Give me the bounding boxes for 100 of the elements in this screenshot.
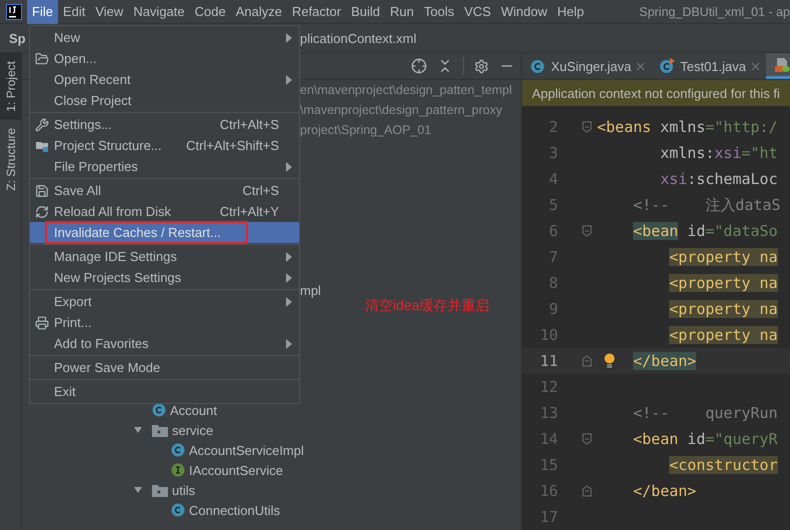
line-number: 15	[538, 456, 558, 474]
breadcrumb-item[interactable]: plicationContext.xml	[300, 30, 416, 46]
menu-item[interactable]: Exit	[30, 381, 299, 402]
menu-item[interactable]: Open...	[30, 48, 299, 69]
interface-icon	[171, 463, 185, 477]
window-title: Spring_DBUtil_xml_01 - ap	[638, 4, 790, 18]
tool-window-tab[interactable]: Z: Structure	[0, 120, 22, 198]
editor-tab[interactable]	[766, 53, 790, 79]
tool-window-tab[interactable]: 1: Project	[0, 53, 22, 120]
menu-item[interactable]: View	[90, 0, 128, 24]
line-number: 16	[538, 482, 558, 500]
package-folder-icon	[152, 424, 168, 436]
notification-banner: Application context not configured for this fi	[522, 80, 790, 106]
shortcut-text: Ctrl+Alt+Y	[220, 204, 279, 219]
expand-arrow-icon[interactable]	[133, 425, 143, 435]
class-icon	[171, 503, 185, 517]
tree-item-label[interactable]: Account	[170, 402, 217, 418]
code-line: <beans xmlns="http:/	[597, 118, 778, 136]
menu-item[interactable]: Print...	[30, 312, 299, 333]
line-number: 11	[538, 352, 558, 370]
tree-item-label[interactable]: ConnectionUtils	[189, 502, 280, 518]
printer-icon	[35, 316, 49, 330]
fold-marker-icon[interactable]	[582, 355, 592, 367]
line-number: 12	[538, 378, 558, 396]
fold-marker-icon[interactable]	[582, 433, 592, 445]
menu-item[interactable]: Reload All from Disk Ctrl+Alt+Y	[30, 201, 299, 222]
code-line: <!-- queryRun	[633, 404, 778, 422]
close-icon[interactable]	[636, 62, 646, 70]
fold-marker-icon[interactable]	[582, 121, 592, 133]
expand-arrow-icon[interactable]	[133, 485, 143, 495]
line-number: 3	[548, 144, 558, 162]
runnable-class-icon	[659, 58, 676, 74]
line-number: 4	[548, 170, 558, 188]
class-icon	[530, 58, 546, 74]
code-line: <!-- 注入dataS	[633, 196, 781, 214]
menu-item[interactable]: Build	[346, 0, 386, 24]
code-line: xmlns:xsi="ht	[660, 144, 778, 162]
settings-icon[interactable]	[474, 58, 489, 74]
menu-item[interactable]: Manage IDE Settings	[30, 246, 299, 267]
menu-item[interactable]: Analyze	[230, 0, 287, 24]
menu-item[interactable]: Export	[30, 291, 299, 312]
annotation-text: 清空idea缓存并重启	[365, 297, 490, 315]
menu-item[interactable]: Settings... Ctrl+Alt+S	[30, 114, 299, 135]
line-number: 17	[538, 508, 558, 526]
menu-item[interactable]: File	[27, 0, 58, 24]
menu-item[interactable]: Help	[552, 0, 589, 24]
app-logo-icon	[6, 4, 22, 20]
close-icon[interactable]	[751, 62, 760, 70]
menu-item[interactable]: Navigate	[128, 0, 190, 24]
class-icon	[171, 443, 185, 457]
line-number: 6	[548, 222, 558, 240]
line-number: 7	[548, 248, 558, 266]
menu-item[interactable]: New	[30, 27, 299, 48]
editor-tab[interactable]: XuSinger.java	[522, 53, 652, 79]
menu-item[interactable]: Code	[190, 0, 231, 24]
code-line: <bean id="dataSo	[633, 222, 778, 240]
code-line: xsi:schemaLoc	[660, 170, 778, 188]
menu-item[interactable]: Run	[385, 0, 419, 24]
menu-item[interactable]: VCS	[459, 0, 496, 24]
menu-item[interactable]: Add to Favorites	[30, 333, 299, 354]
line-number: 13	[538, 404, 558, 422]
folder-icon	[35, 52, 49, 66]
menu-item[interactable]: Save All Ctrl+S	[30, 180, 299, 201]
tree-item-label[interactable]: service	[172, 422, 214, 438]
menu-item[interactable]: Power Save Mode	[30, 357, 299, 378]
editor-tab[interactable]: Test01.java	[651, 53, 766, 79]
menu-item[interactable]: Invalidate Caches / Restart...	[30, 222, 299, 243]
reload-icon	[35, 204, 49, 218]
menu-item[interactable]: File Properties	[30, 156, 299, 177]
menu-item[interactable]: Close Project	[30, 90, 299, 111]
fold-marker-icon[interactable]	[582, 225, 592, 237]
line-number: 5	[548, 196, 558, 214]
menu-item[interactable]: Open Recent	[30, 69, 299, 90]
shortcut-text: Ctrl+Alt+Shift+S	[186, 138, 279, 153]
menu-item[interactable]: New Projects Settings	[30, 267, 299, 288]
crosshair-icon[interactable]	[411, 58, 427, 74]
lightbulb-icon[interactable]	[604, 353, 615, 368]
wrench-icon	[35, 118, 49, 132]
line-number: 14	[538, 430, 558, 448]
shortcut-text: Ctrl+S	[242, 183, 279, 198]
line-number: 9	[548, 300, 558, 318]
menu-item[interactable]: Refactor	[286, 0, 346, 24]
tree-item-label[interactable]: utils	[172, 482, 196, 498]
package-folder-icon	[152, 484, 168, 496]
menu-item[interactable]: Project Structure... Ctrl+Alt+Shift+S	[30, 135, 299, 156]
xml-file-icon	[774, 56, 790, 72]
menu-item[interactable]: Edit	[58, 0, 90, 24]
tree-item-label[interactable]: AccountServiceImpl	[189, 442, 304, 458]
code-line: <bean id="queryR	[633, 430, 778, 448]
shortcut-text: Ctrl+Alt+S	[220, 117, 279, 132]
line-number: 10	[538, 326, 558, 344]
line-number: 2	[548, 118, 558, 136]
menu-item[interactable]: Window	[496, 0, 552, 24]
breadcrumb-item[interactable]: Sp	[9, 30, 26, 46]
menu-item[interactable]: Tools	[418, 0, 460, 24]
class-icon	[152, 403, 166, 417]
tree-item-label[interactable]: IAccountService	[189, 462, 283, 478]
floppy-icon	[35, 184, 49, 198]
code-line: </bean>	[633, 482, 696, 500]
fold-marker-icon[interactable]	[582, 485, 592, 497]
